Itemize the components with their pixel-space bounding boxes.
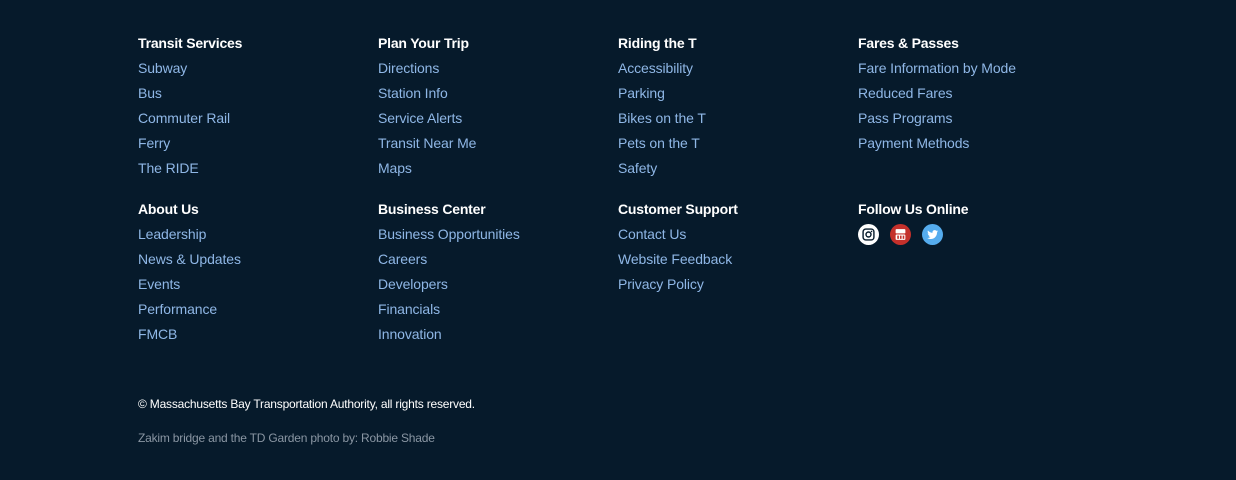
footer-link-accessibility[interactable]: Accessibility: [618, 60, 693, 76]
footer-column-riding-the-t: Riding the T Accessibility Parking Bikes…: [618, 33, 858, 183]
footer-link-parking[interactable]: Parking: [618, 85, 665, 101]
footer-link-pass-programs[interactable]: Pass Programs: [858, 110, 953, 126]
column-heading: Riding the T: [618, 35, 697, 51]
footer-link-careers[interactable]: Careers: [378, 251, 427, 267]
column-heading: Transit Services: [138, 35, 243, 51]
site-footer: Transit Services Subway Bus Commuter Rai…: [138, 33, 1118, 349]
footer-link-transit-near-me[interactable]: Transit Near Me: [378, 135, 476, 151]
footer-link-safety[interactable]: Safety: [618, 160, 657, 176]
footer-link-developers[interactable]: Developers: [378, 276, 448, 292]
column-heading: Plan Your Trip: [378, 35, 469, 51]
footer-link-reduced-fares[interactable]: Reduced Fares: [858, 85, 953, 101]
footer-link-subway[interactable]: Subway: [138, 60, 187, 76]
footer-link-website-feedback[interactable]: Website Feedback: [618, 251, 732, 267]
footer-column-customer-support: Customer Support Contact Us Website Feed…: [618, 199, 858, 349]
footer-link-commuter-rail[interactable]: Commuter Rail: [138, 110, 230, 126]
footer-column-transit-services: Transit Services Subway Bus Commuter Rai…: [138, 33, 378, 183]
link-list: Subway Bus Commuter Rail Ferry The RIDE: [138, 58, 378, 183]
footer-link-fmcb[interactable]: FMCB: [138, 326, 177, 342]
link-list: Leadership News & Updates Events Perform…: [138, 224, 378, 349]
instagram-glyph: [862, 228, 875, 241]
link-list: Business Opportunities Careers Developer…: [378, 224, 618, 349]
link-list: Contact Us Website Feedback Privacy Poli…: [618, 224, 858, 299]
footer-link-events[interactable]: Events: [138, 276, 180, 292]
footer-link-directions[interactable]: Directions: [378, 60, 439, 76]
footer-link-contact-us[interactable]: Contact Us: [618, 226, 686, 242]
column-heading: Business Center: [378, 201, 486, 217]
footer-column-follow-us: Follow Us Online: [858, 199, 1098, 349]
social-links: [858, 224, 1098, 245]
footer-link-financials[interactable]: Financials: [378, 301, 440, 317]
footer-link-news-updates[interactable]: News & Updates: [138, 251, 241, 267]
footer-link-leadership[interactable]: Leadership: [138, 226, 206, 242]
footer-row-2: About Us Leadership News & Updates Event…: [138, 199, 1118, 349]
footer-link-the-ride[interactable]: The RIDE: [138, 160, 199, 176]
footer-link-fare-information[interactable]: Fare Information by Mode: [858, 60, 1016, 76]
footer-link-bus[interactable]: Bus: [138, 85, 162, 101]
photo-credit: Zakim bridge and the TD Garden photo by:…: [138, 431, 435, 445]
footer-link-privacy-policy[interactable]: Privacy Policy: [618, 276, 704, 292]
footer-link-station-info[interactable]: Station Info: [378, 85, 448, 101]
footer-link-pets-on-the-t[interactable]: Pets on the T: [618, 135, 700, 151]
instagram-icon[interactable]: [858, 224, 879, 245]
column-heading: Fares & Passes: [858, 35, 959, 51]
footer-link-business-opportunities[interactable]: Business Opportunities: [378, 226, 520, 242]
link-list: Fare Information by Mode Reduced Fares P…: [858, 58, 1098, 158]
column-heading: Customer Support: [618, 201, 738, 217]
footer-link-service-alerts[interactable]: Service Alerts: [378, 110, 462, 126]
footer-column-plan-your-trip: Plan Your Trip Directions Station Info S…: [378, 33, 618, 183]
footer-link-payment-methods[interactable]: Payment Methods: [858, 135, 969, 151]
footer-link-performance[interactable]: Performance: [138, 301, 217, 317]
footer-column-business-center: Business Center Business Opportunities C…: [378, 199, 618, 349]
twitter-glyph: [927, 230, 938, 240]
footer-link-bikes-on-the-t[interactable]: Bikes on the T: [618, 110, 706, 126]
footer-link-maps[interactable]: Maps: [378, 160, 412, 176]
footer-row-1: Transit Services Subway Bus Commuter Rai…: [138, 33, 1118, 183]
column-heading: About Us: [138, 201, 199, 217]
twitter-icon[interactable]: [922, 224, 943, 245]
footer-link-ferry[interactable]: Ferry: [138, 135, 170, 151]
youtube-glyph: [895, 229, 906, 240]
copyright-notice: © Massachusetts Bay Transportation Autho…: [138, 397, 475, 411]
footer-link-innovation[interactable]: Innovation: [378, 326, 442, 342]
footer-column-fares-passes: Fares & Passes Fare Information by Mode …: [858, 33, 1098, 183]
youtube-icon[interactable]: [890, 224, 911, 245]
column-heading: Follow Us Online: [858, 201, 969, 217]
link-list: Directions Station Info Service Alerts T…: [378, 58, 618, 183]
footer-column-about-us: About Us Leadership News & Updates Event…: [138, 199, 378, 349]
link-list: Accessibility Parking Bikes on the T Pet…: [618, 58, 858, 183]
